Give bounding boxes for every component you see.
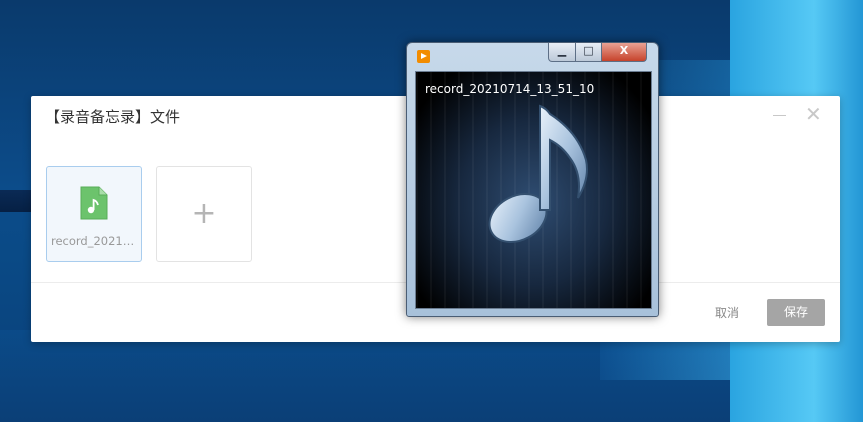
cancel-button[interactable]: 取消	[715, 304, 739, 321]
minimize-button[interactable]: ▁	[548, 43, 576, 62]
video-area[interactable]: record_20210714_13_51_10	[415, 71, 652, 309]
close-icon[interactable]: ✕	[805, 104, 822, 124]
window-caption-buttons: ▁ □ X	[548, 43, 647, 62]
plus-icon: +	[191, 196, 217, 231]
audio-file-icon	[80, 186, 108, 220]
minimize-icon[interactable]	[773, 115, 786, 116]
save-button[interactable]: 保存	[767, 299, 825, 326]
close-button[interactable]: X	[602, 43, 647, 62]
media-title: record_20210714_13_51_10	[425, 82, 595, 96]
add-file-button[interactable]: +	[156, 166, 252, 262]
file-name: record_20210…	[51, 234, 139, 248]
maximize-button[interactable]: □	[576, 43, 602, 62]
media-player-icon	[417, 50, 430, 63]
music-note-icon	[488, 104, 588, 243]
dialog-title: 【录音备忘录】文件	[45, 108, 181, 126]
media-player-window: ▁ □ X record_20210714_13_51_10	[406, 42, 659, 317]
file-card[interactable]: record_20210…	[46, 166, 142, 262]
